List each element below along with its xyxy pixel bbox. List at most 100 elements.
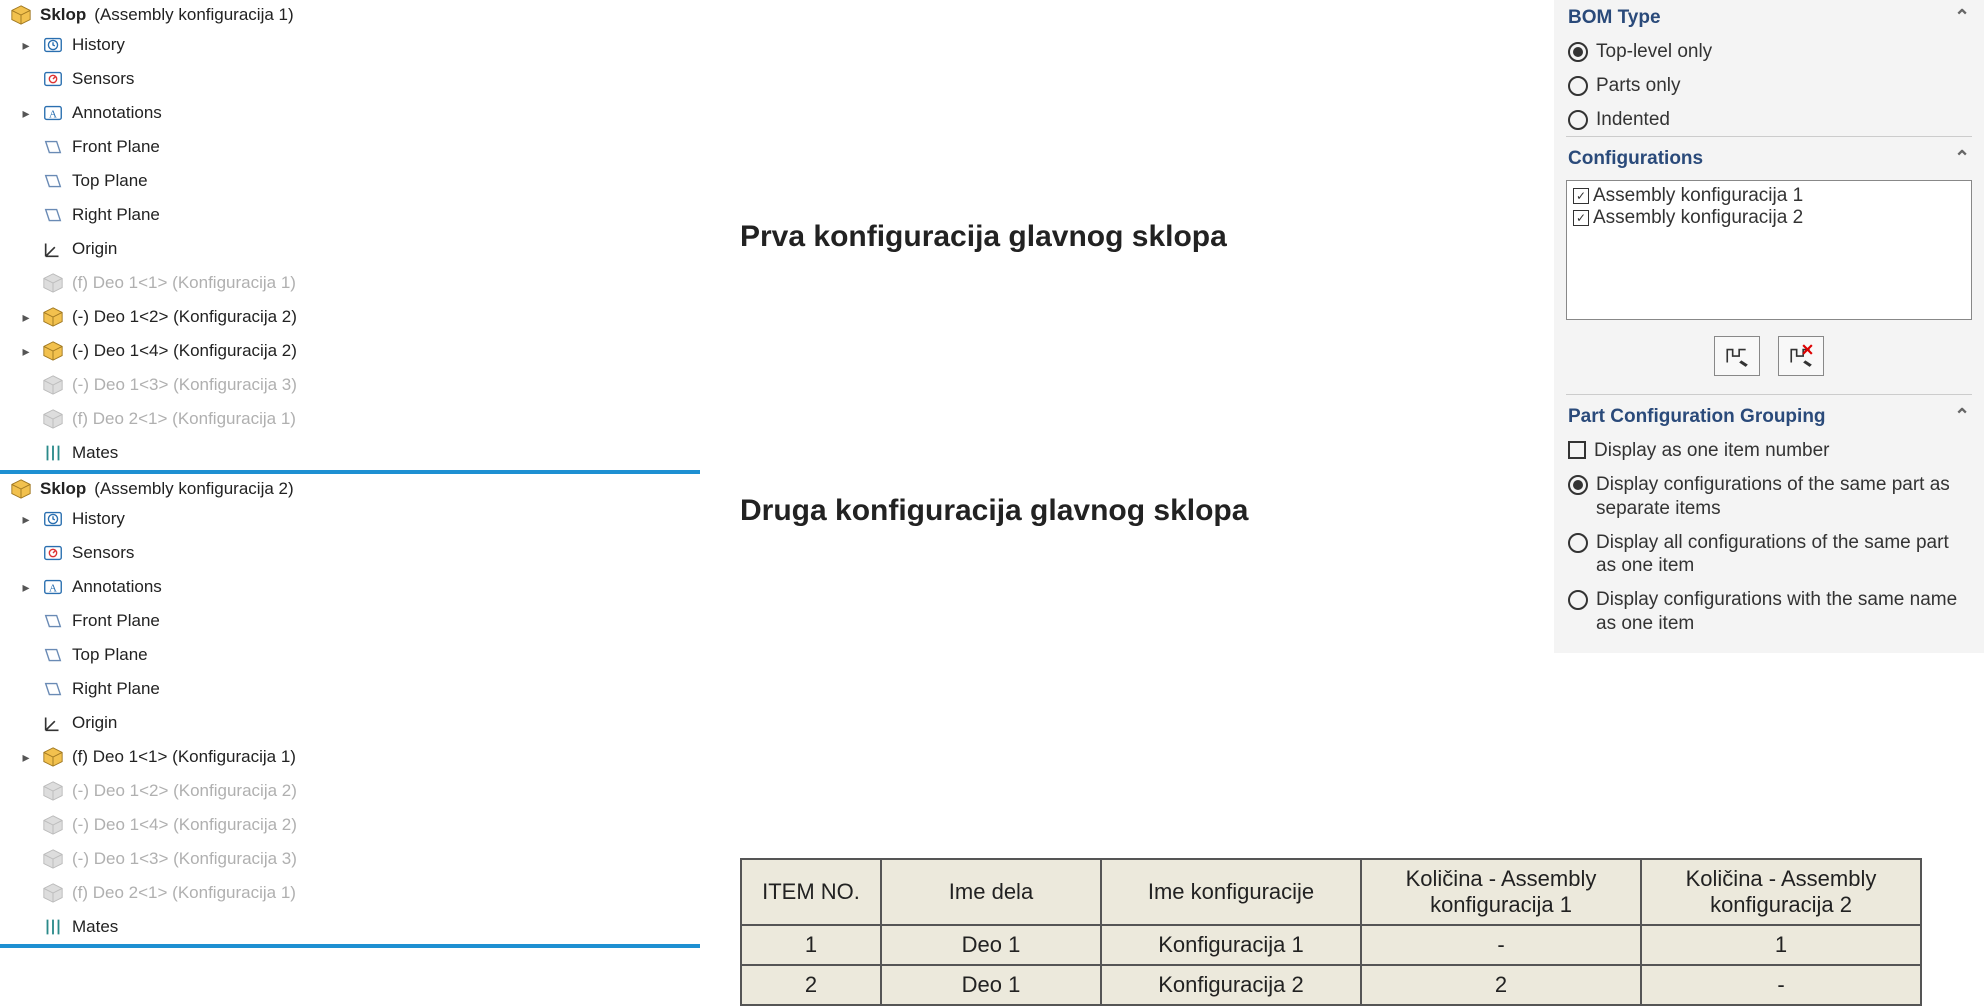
tree-item[interactable]: ▸Origin bbox=[0, 706, 700, 740]
radio-label: Parts only bbox=[1596, 74, 1680, 98]
expand-icon[interactable]: ▸ bbox=[18, 511, 34, 528]
part-icon bbox=[42, 340, 64, 362]
tree-item[interactable]: ▸(-) Deo 1<4> (Konfiguracija 2) bbox=[0, 808, 700, 842]
config-buttons bbox=[1566, 330, 1972, 394]
tree-item[interactable]: ▸Sensors bbox=[0, 62, 700, 96]
tree-item[interactable]: ▸ Annotations bbox=[0, 96, 700, 130]
bom-cell: Konfiguracija 2 bbox=[1101, 965, 1361, 1005]
tree-item[interactable]: ▸(f) Deo 1<1> (Konfiguracija 1) bbox=[0, 740, 700, 774]
bom-cell: 2 bbox=[1361, 965, 1641, 1005]
tree-block-1: Sklop (Assembly konfiguracija 1) ▸Histor… bbox=[0, 0, 700, 474]
tree-item-label: Front Plane bbox=[72, 611, 160, 631]
tree-item[interactable]: ▸Origin bbox=[0, 232, 700, 266]
radio-all-as-one[interactable]: Display all configurations of the same p… bbox=[1566, 526, 1972, 584]
tree-root-label: Sklop bbox=[40, 479, 86, 499]
tree-item-label: Origin bbox=[72, 239, 117, 259]
heading-1: Prva konfiguracija glavnog sklopa bbox=[740, 220, 1540, 254]
bom-cell: 1 bbox=[1641, 925, 1921, 965]
section-part-grouping[interactable]: Part Configuration Grouping ⌃ bbox=[1566, 394, 1972, 434]
tree-item-label: (-) Deo 1<4> (Konfiguracija 2) bbox=[72, 341, 297, 361]
plane-icon bbox=[42, 610, 64, 632]
tree-item[interactable]: ▸(f) Deo 2<1> (Konfiguracija 1) bbox=[0, 402, 700, 436]
hist-icon bbox=[42, 34, 64, 56]
tree-items-2: ▸History▸Sensors▸Annotations▸Front Plane… bbox=[0, 502, 700, 944]
tree-item[interactable]: ▸Mates bbox=[0, 436, 700, 470]
sens-icon bbox=[42, 68, 64, 90]
origin-icon bbox=[42, 238, 64, 260]
expand-icon[interactable]: ▸ bbox=[18, 309, 34, 326]
tree-item[interactable]: ▸(-) Deo 1<3> (Konfiguracija 3) bbox=[0, 842, 700, 876]
radio-same-name-one[interactable]: Display configurations with the same nam… bbox=[1566, 583, 1972, 641]
tree-root[interactable]: Sklop (Assembly konfiguracija 1) bbox=[0, 0, 700, 28]
expand-icon[interactable]: ▸ bbox=[18, 579, 34, 596]
section-title: Configurations bbox=[1568, 148, 1703, 170]
chevron-up-icon: ⌃ bbox=[1954, 6, 1970, 29]
radio-icon bbox=[1568, 110, 1588, 130]
tree-item-label: (-) Deo 1<2> (Konfiguracija 2) bbox=[72, 781, 297, 801]
section-title: BOM Type bbox=[1568, 7, 1661, 29]
tree-items-1: ▸History▸Sensors▸Annotations▸Front Plane… bbox=[0, 28, 700, 470]
tree-item-label: (-) Deo 1<3> (Konfiguracija 3) bbox=[72, 375, 297, 395]
tree-item[interactable]: ▸ (-) Deo 1<4> (Konfiguracija 2) bbox=[0, 334, 700, 368]
tree-item-label: Top Plane bbox=[72, 645, 148, 665]
tree-item[interactable]: ▸ (-) Deo 1<2> (Konfiguracija 2) bbox=[0, 300, 700, 334]
checkbox-icon bbox=[1568, 441, 1586, 459]
ann-icon bbox=[42, 102, 64, 124]
radio-icon bbox=[1568, 590, 1588, 610]
tree-item[interactable]: ▸Front Plane bbox=[0, 604, 700, 638]
tree-item[interactable]: ▸Top Plane bbox=[0, 164, 700, 198]
tree-item[interactable]: ▸(-) Deo 1<3> (Konfiguracija 3) bbox=[0, 368, 700, 402]
tree-item[interactable]: ▸(f) Deo 1<1> (Konfiguracija 1) bbox=[0, 266, 700, 300]
radio-parts-only[interactable]: Parts only bbox=[1566, 69, 1972, 103]
plane-icon bbox=[42, 204, 64, 226]
tree-item[interactable]: ▸Annotations bbox=[0, 570, 700, 604]
part-icon bbox=[42, 746, 64, 768]
radio-top-level[interactable]: Top-level only bbox=[1566, 35, 1972, 69]
tree-item[interactable]: ▸Mates bbox=[0, 910, 700, 944]
tree-item[interactable]: ▸Right Plane bbox=[0, 672, 700, 706]
checkbox-icon: ✓ bbox=[1573, 210, 1589, 226]
check-display-one-item[interactable]: Display as one item number bbox=[1566, 434, 1972, 468]
expand-icon[interactable]: ▸ bbox=[18, 37, 34, 54]
radio-label: Indented bbox=[1596, 108, 1670, 132]
tree-item[interactable]: ▸Front Plane bbox=[0, 130, 700, 164]
tree-item[interactable]: ▸History bbox=[0, 502, 700, 536]
radio-label: Top-level only bbox=[1596, 40, 1712, 64]
section-configurations[interactable]: Configurations ⌃ bbox=[1566, 136, 1972, 176]
mates-icon bbox=[42, 916, 64, 938]
chevron-up-icon: ⌃ bbox=[1954, 405, 1970, 428]
tree-item[interactable]: ▸History bbox=[0, 28, 700, 62]
plane-icon bbox=[42, 644, 64, 666]
part-s-icon bbox=[42, 272, 64, 294]
checkbox-icon: ✓ bbox=[1573, 188, 1589, 204]
bom-header: Ime dela bbox=[881, 859, 1101, 925]
expand-icon[interactable]: ▸ bbox=[18, 105, 34, 122]
tree-item-label: Annotations bbox=[72, 103, 162, 123]
part-s-icon bbox=[42, 848, 64, 870]
tree-item[interactable]: ▸Top Plane bbox=[0, 638, 700, 672]
tree-item[interactable]: ▸(-) Deo 1<2> (Konfiguracija 2) bbox=[0, 774, 700, 808]
tree-item-label: (-) Deo 1<2> (Konfiguracija 2) bbox=[72, 307, 297, 327]
chevron-up-icon: ⌃ bbox=[1954, 147, 1970, 170]
tree-item[interactable]: ▸(f) Deo 2<1> (Konfiguracija 1) bbox=[0, 876, 700, 910]
clear-all-button[interactable] bbox=[1778, 336, 1824, 376]
part-s-icon bbox=[42, 374, 64, 396]
config-item[interactable]: ✓Assembly konfiguracija 2 bbox=[1573, 207, 1965, 229]
expand-icon[interactable]: ▸ bbox=[18, 749, 34, 766]
tree-root-label: Sklop bbox=[40, 5, 86, 25]
section-bom-type[interactable]: BOM Type ⌃ bbox=[1566, 6, 1972, 35]
radio-indented[interactable]: Indented bbox=[1566, 103, 1972, 137]
tree-root-config: (Assembly konfiguracija 2) bbox=[94, 479, 293, 499]
config-listbox[interactable]: ✓Assembly konfiguracija 1 ✓Assembly konf… bbox=[1566, 180, 1972, 320]
tree-root[interactable]: Sklop (Assembly konfiguracija 2) bbox=[0, 474, 700, 502]
expand-icon[interactable]: ▸ bbox=[18, 343, 34, 360]
bom-cell: - bbox=[1641, 965, 1921, 1005]
tree-item[interactable]: ▸Right Plane bbox=[0, 198, 700, 232]
radio-icon bbox=[1568, 533, 1588, 553]
assembly-icon bbox=[10, 4, 32, 26]
select-all-button[interactable] bbox=[1714, 336, 1760, 376]
tree-item[interactable]: ▸Sensors bbox=[0, 536, 700, 570]
config-item[interactable]: ✓Assembly konfiguracija 1 bbox=[1573, 185, 1965, 207]
radio-separate-items[interactable]: Display configurations of the same part … bbox=[1566, 468, 1972, 526]
tree-item-label: Front Plane bbox=[72, 137, 160, 157]
